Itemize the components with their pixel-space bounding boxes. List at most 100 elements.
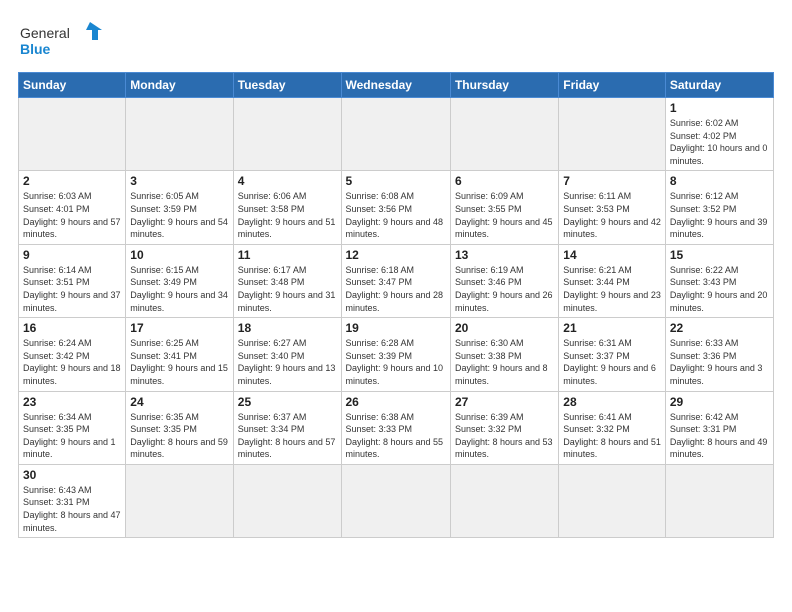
day-info: Sunrise: 6:11 AM Sunset: 3:53 PM Dayligh… <box>563 190 661 240</box>
day-cell: 24 Sunrise: 6:35 AM Sunset: 3:35 PM Dayli… <box>126 391 233 464</box>
day-number: 1 <box>670 101 769 115</box>
day-info: Sunrise: 6:37 AM Sunset: 3:34 PM Dayligh… <box>238 411 337 461</box>
day-number: 8 <box>670 174 769 188</box>
day-info: Sunrise: 6:12 AM Sunset: 3:52 PM Dayligh… <box>670 190 769 240</box>
day-info: Sunrise: 6:35 AM Sunset: 3:35 PM Dayligh… <box>130 411 228 461</box>
day-cell <box>559 464 666 537</box>
week-row-2: 2 Sunrise: 6:03 AM Sunset: 4:01 PM Daylig… <box>19 171 774 244</box>
day-cell <box>126 464 233 537</box>
weekday-header-monday: Monday <box>126 73 233 98</box>
day-cell <box>450 464 558 537</box>
day-number: 10 <box>130 248 228 262</box>
day-cell: 12 Sunrise: 6:18 AM Sunset: 3:47 PM Dayli… <box>341 244 450 317</box>
day-info: Sunrise: 6:03 AM Sunset: 4:01 PM Dayligh… <box>23 190 121 240</box>
day-info: Sunrise: 6:02 AM Sunset: 4:02 PM Dayligh… <box>670 117 769 167</box>
day-cell: 27Sunrise: 6:39 AM Sunset: 3:32 PM Dayli… <box>450 391 558 464</box>
day-number: 19 <box>346 321 446 335</box>
day-info: Sunrise: 6:41 AM Sunset: 3:32 PM Dayligh… <box>563 411 661 461</box>
day-cell <box>450 98 558 171</box>
day-info: Sunrise: 6:31 AM Sunset: 3:37 PM Dayligh… <box>563 337 661 387</box>
day-cell: 10 Sunrise: 6:15 AM Sunset: 3:49 PM Dayli… <box>126 244 233 317</box>
day-cell <box>341 98 450 171</box>
day-cell <box>665 464 773 537</box>
weekday-header-saturday: Saturday <box>665 73 773 98</box>
day-number: 3 <box>130 174 228 188</box>
day-info: Sunrise: 6:19 AM Sunset: 3:46 PM Dayligh… <box>455 264 554 314</box>
day-number: 12 <box>346 248 446 262</box>
day-cell <box>233 98 341 171</box>
day-cell <box>559 98 666 171</box>
day-cell: 11Sunrise: 6:17 AM Sunset: 3:48 PM Dayli… <box>233 244 341 317</box>
header: General Blue <box>18 18 774 62</box>
day-info: Sunrise: 6:08 AM Sunset: 3:56 PM Dayligh… <box>346 190 446 240</box>
day-cell: 3 Sunrise: 6:05 AM Sunset: 3:59 PM Daylig… <box>126 171 233 244</box>
day-info: Sunrise: 6:05 AM Sunset: 3:59 PM Dayligh… <box>130 190 228 240</box>
day-number: 22 <box>670 321 769 335</box>
day-info: Sunrise: 6:33 AM Sunset: 3:36 PM Dayligh… <box>670 337 769 387</box>
day-number: 23 <box>23 395 121 409</box>
day-cell: 19 Sunrise: 6:28 AM Sunset: 3:39 PM Dayli… <box>341 318 450 391</box>
weekday-header-tuesday: Tuesday <box>233 73 341 98</box>
weekday-header-sunday: Sunday <box>19 73 126 98</box>
day-cell: 5 Sunrise: 6:08 AM Sunset: 3:56 PM Daylig… <box>341 171 450 244</box>
day-cell: 4Sunrise: 6:06 AM Sunset: 3:58 PM Daylig… <box>233 171 341 244</box>
day-info: Sunrise: 6:14 AM Sunset: 3:51 PM Dayligh… <box>23 264 121 314</box>
day-cell <box>126 98 233 171</box>
day-cell: 7 Sunrise: 6:11 AM Sunset: 3:53 PM Daylig… <box>559 171 666 244</box>
day-info: Sunrise: 6:24 AM Sunset: 3:42 PM Dayligh… <box>23 337 121 387</box>
week-row-5: 23Sunrise: 6:34 AM Sunset: 3:35 PM Dayli… <box>19 391 774 464</box>
week-row-1: 1 Sunrise: 6:02 AM Sunset: 4:02 PM Daylig… <box>19 98 774 171</box>
day-cell: 16 Sunrise: 6:24 AM Sunset: 3:42 PM Dayli… <box>19 318 126 391</box>
day-cell: 18 Sunrise: 6:27 AM Sunset: 3:40 PM Dayli… <box>233 318 341 391</box>
weekday-header-row: SundayMondayTuesdayWednesdayThursdayFrid… <box>19 73 774 98</box>
day-cell: 2 Sunrise: 6:03 AM Sunset: 4:01 PM Daylig… <box>19 171 126 244</box>
day-cell: 28 Sunrise: 6:41 AM Sunset: 3:32 PM Dayli… <box>559 391 666 464</box>
day-cell: 30Sunrise: 6:43 AM Sunset: 3:31 PM Dayli… <box>19 464 126 537</box>
day-cell: 15Sunrise: 6:22 AM Sunset: 3:43 PM Dayli… <box>665 244 773 317</box>
day-cell <box>233 464 341 537</box>
day-info: Sunrise: 6:18 AM Sunset: 3:47 PM Dayligh… <box>346 264 446 314</box>
day-number: 18 <box>238 321 337 335</box>
weekday-header-wednesday: Wednesday <box>341 73 450 98</box>
day-info: Sunrise: 6:21 AM Sunset: 3:44 PM Dayligh… <box>563 264 661 314</box>
day-number: 14 <box>563 248 661 262</box>
day-cell <box>19 98 126 171</box>
day-number: 28 <box>563 395 661 409</box>
day-cell: 1 Sunrise: 6:02 AM Sunset: 4:02 PM Daylig… <box>665 98 773 171</box>
day-cell: 9 Sunrise: 6:14 AM Sunset: 3:51 PM Daylig… <box>19 244 126 317</box>
day-cell: 8 Sunrise: 6:12 AM Sunset: 3:52 PM Daylig… <box>665 171 773 244</box>
day-info: Sunrise: 6:15 AM Sunset: 3:49 PM Dayligh… <box>130 264 228 314</box>
day-number: 5 <box>346 174 446 188</box>
day-cell: 29Sunrise: 6:42 AM Sunset: 3:31 PM Dayli… <box>665 391 773 464</box>
day-number: 25 <box>238 395 337 409</box>
day-number: 26 <box>346 395 446 409</box>
logo-svg: General Blue <box>18 18 108 62</box>
day-info: Sunrise: 6:27 AM Sunset: 3:40 PM Dayligh… <box>238 337 337 387</box>
day-number: 29 <box>670 395 769 409</box>
day-number: 7 <box>563 174 661 188</box>
day-info: Sunrise: 6:28 AM Sunset: 3:39 PM Dayligh… <box>346 337 446 387</box>
day-number: 6 <box>455 174 554 188</box>
day-number: 30 <box>23 468 121 482</box>
day-number: 17 <box>130 321 228 335</box>
day-cell: 13Sunrise: 6:19 AM Sunset: 3:46 PM Dayli… <box>450 244 558 317</box>
day-number: 9 <box>23 248 121 262</box>
day-number: 21 <box>563 321 661 335</box>
day-cell: 25 Sunrise: 6:37 AM Sunset: 3:34 PM Dayli… <box>233 391 341 464</box>
svg-text:Blue: Blue <box>20 41 51 57</box>
day-cell <box>341 464 450 537</box>
day-cell: 26Sunrise: 6:38 AM Sunset: 3:33 PM Dayli… <box>341 391 450 464</box>
logo: General Blue <box>18 18 108 62</box>
svg-text:General: General <box>20 25 70 41</box>
day-number: 20 <box>455 321 554 335</box>
day-info: Sunrise: 6:06 AM Sunset: 3:58 PM Dayligh… <box>238 190 337 240</box>
day-cell: 23Sunrise: 6:34 AM Sunset: 3:35 PM Dayli… <box>19 391 126 464</box>
day-cell: 20Sunrise: 6:30 AM Sunset: 3:38 PM Dayli… <box>450 318 558 391</box>
day-info: Sunrise: 6:22 AM Sunset: 3:43 PM Dayligh… <box>670 264 769 314</box>
week-row-6: 30Sunrise: 6:43 AM Sunset: 3:31 PM Dayli… <box>19 464 774 537</box>
day-number: 24 <box>130 395 228 409</box>
day-info: Sunrise: 6:09 AM Sunset: 3:55 PM Dayligh… <box>455 190 554 240</box>
day-number: 16 <box>23 321 121 335</box>
calendar: SundayMondayTuesdayWednesdayThursdayFrid… <box>18 72 774 538</box>
day-number: 2 <box>23 174 121 188</box>
